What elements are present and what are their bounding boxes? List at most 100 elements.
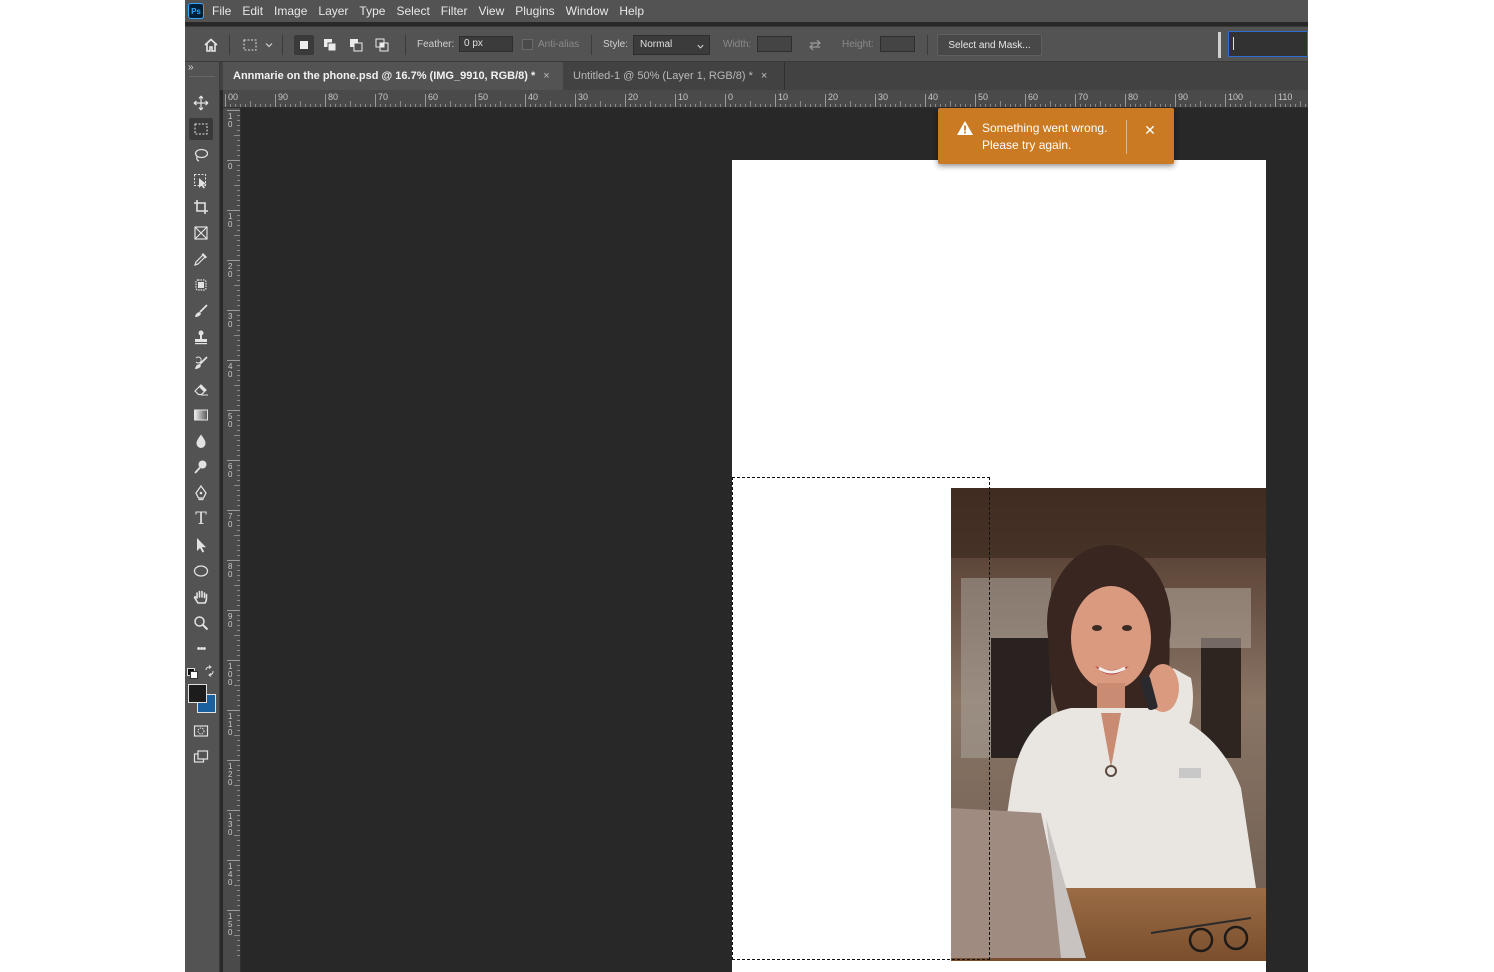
app-logo[interactable]: Ps [188,3,204,19]
anti-alias-checkbox[interactable] [522,38,533,50]
close-icon[interactable]: ✕ [1138,120,1162,140]
more-icon[interactable]: ••• [189,638,213,660]
home-icon[interactable] [201,35,221,55]
zoom-icon[interactable] [189,612,213,634]
ruler-label: 90 [278,92,289,102]
height-input[interactable] [880,36,915,52]
lasso-icon[interactable] [189,144,213,166]
style-select-value: Normal [640,39,673,50]
tool-preset-picker[interactable] [240,35,260,55]
swap-colors-icon[interactable] [204,665,216,677]
horizontal-ruler: 00 90 80 70 60 50 40 30 20 10 0 10 20 30 40 50 60 70 80 90 1… [223,90,1308,108]
ruler-tick [1275,94,1276,107]
menu-filter[interactable]: Filter [441,4,468,18]
ruler-tick [1125,94,1126,107]
ruler-label: 50 [478,92,489,102]
ruler-tick [425,94,426,107]
ruler-label: 60 [428,92,439,102]
history-brush-icon[interactable] [189,352,213,374]
menu-view[interactable]: View [478,4,504,18]
ruler-label: 140 [228,862,233,887]
select-and-mask-button[interactable]: Select and Mask... [937,34,1042,56]
frame-icon[interactable] [189,222,213,244]
tab-annmarie[interactable]: Annmarie on the phone.psd @ 16.7% (IMG_9… [223,62,563,90]
ruler-tick [475,94,476,107]
add-to-selection-button[interactable] [320,35,340,55]
menu-plugins[interactable]: Plugins [515,4,554,18]
photoshop-window: Ps File Edit Image Layer Type Select Fil… [185,0,1308,972]
object-select-icon[interactable] [189,170,213,192]
path-select-icon[interactable] [189,534,213,556]
menu-select[interactable]: Select [396,4,429,18]
menu-layer[interactable]: Layer [318,4,348,18]
marquee-icon[interactable] [189,118,213,140]
style-select[interactable]: Normal [633,35,710,55]
ruler-label: 90 [1178,92,1189,102]
menu-help[interactable]: Help [619,4,644,18]
subtract-from-selection-button[interactable] [346,35,366,55]
ruler-tick [227,510,240,511]
ruler-label: 10 [678,92,689,102]
ellipse-icon[interactable] [189,560,213,582]
feather-input[interactable]: 0 px [459,36,513,52]
healing-icon[interactable] [189,274,213,296]
brush-icon[interactable] [189,300,213,322]
width-input[interactable] [757,36,792,52]
ruler-tick [275,94,276,107]
move-icon[interactable] [189,92,213,114]
swap-width-height-icon[interactable] [805,35,825,55]
ruler-label: 100 [1228,92,1244,102]
blur-icon[interactable] [189,430,213,452]
type-icon[interactable]: T [189,508,213,530]
screen-mode-icon[interactable] [189,746,213,768]
hand-icon[interactable] [189,586,213,608]
ruler-tick [227,610,240,611]
ruler-label: 10 [228,212,233,229]
dodge-icon[interactable] [189,456,213,478]
menu-file[interactable]: File [212,4,231,18]
eraser-icon[interactable] [189,378,213,400]
photo-layer[interactable] [951,488,1266,961]
close-icon[interactable]: × [761,70,767,82]
pen-icon[interactable] [189,482,213,504]
ruler-label: 90 [228,612,233,629]
ruler-tick [227,910,240,911]
gradient-icon[interactable] [189,404,213,426]
ruler-label: 80 [1128,92,1139,102]
menu-image[interactable]: Image [274,4,307,18]
tab-label: Untitled-1 @ 50% (Layer 1, RGB/8) * [573,70,753,82]
ruler-tick [227,710,240,711]
document-canvas[interactable] [732,160,1266,972]
menu-window[interactable]: Window [566,4,609,18]
search-input[interactable] [1228,31,1308,57]
canvas-area[interactable] [241,108,1308,972]
stamp-icon[interactable] [189,326,213,348]
ruler-tick [227,410,240,411]
ruler-label: 100 [228,662,233,687]
ruler-tick [1025,94,1026,107]
ruler-label: 40 [228,362,233,379]
menu-edit[interactable]: Edit [242,4,263,18]
crop-icon[interactable] [189,196,213,218]
eyedropper-icon[interactable] [189,248,213,270]
foreground-color-swatch[interactable] [188,684,207,703]
intersect-selection-button[interactable] [372,35,392,55]
quick-mask-icon[interactable] [189,720,213,742]
ruler-label: 60 [228,462,233,479]
ruler-label: 70 [378,92,389,102]
collapse-panel-icon[interactable]: » [188,62,194,73]
marquee-selection[interactable] [732,477,990,960]
ruler-tick [975,94,976,107]
close-icon[interactable]: × [543,70,549,82]
new-selection-button[interactable] [294,35,314,55]
panel-splitter[interactable] [1218,32,1221,58]
ruler-label: 00 [228,92,239,102]
menu-type[interactable]: Type [359,4,385,18]
default-colors-icon[interactable] [187,668,198,679]
error-toast: Something went wrong. Please try again. … [938,108,1174,164]
ruler-label: 70 [1078,92,1089,102]
ruler-label: 10 [228,112,233,129]
ruler-tick [227,360,240,361]
chevron-down-icon[interactable] [263,35,275,55]
tab-untitled-1[interactable]: Untitled-1 @ 50% (Layer 1, RGB/8) * × [563,62,785,90]
